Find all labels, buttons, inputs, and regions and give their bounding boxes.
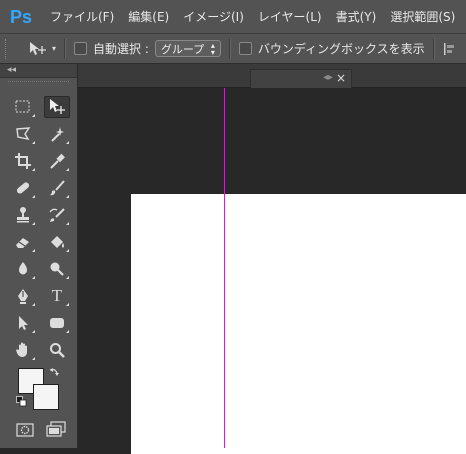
- spot-healing-tool[interactable]: [10, 177, 36, 199]
- transform-controls-label: バウンディングボックスを表示: [257, 42, 425, 56]
- align-left-edges-icon[interactable]: [443, 42, 457, 56]
- bandage-icon: [16, 182, 30, 194]
- chevron-down-icon: ▾: [52, 44, 57, 53]
- screen-mode-icon[interactable]: [46, 421, 66, 437]
- zoom-tool[interactable]: [44, 339, 70, 361]
- lasso-tool[interactable]: [10, 123, 36, 145]
- auto-select-dropdown[interactable]: グループ ▴ ▾: [154, 40, 221, 57]
- menu-select[interactable]: 選択範囲(S): [390, 8, 455, 25]
- type-tool[interactable]: T: [44, 285, 70, 307]
- eraser-icon: [16, 238, 29, 248]
- default-colors-icon[interactable]: [16, 396, 27, 407]
- brush-tool[interactable]: [44, 177, 70, 199]
- crop-icon: [15, 153, 31, 169]
- photoshop-logo: Ps: [10, 6, 33, 27]
- pen-icon: [18, 289, 28, 304]
- menu-file[interactable]: ファイル(F): [50, 8, 114, 25]
- magic-wand-icon: [51, 127, 64, 142]
- vertical-guide[interactable]: [224, 88, 225, 448]
- menu-image[interactable]: イメージ(I): [183, 8, 244, 25]
- eyedropper-tool[interactable]: [44, 150, 70, 172]
- updown-arrows-icon: ▴ ▾: [210, 40, 215, 57]
- options-grip[interactable]: [5, 38, 10, 59]
- swap-colors-icon[interactable]: [48, 366, 60, 378]
- auto-select-value: グループ: [160, 42, 205, 56]
- document-tab[interactable]: ◂▸ ×: [250, 69, 352, 88]
- blur-icon: [19, 262, 27, 275]
- move-icon: [50, 99, 65, 114]
- menu-type[interactable]: 書式(Y): [336, 8, 377, 25]
- marquee-icon: [15, 100, 30, 113]
- pen-tool[interactable]: [10, 285, 36, 307]
- hand-tool[interactable]: [10, 339, 36, 361]
- options-separator: [64, 38, 67, 59]
- blur-tool[interactable]: [10, 258, 36, 280]
- lasso-icon: [16, 127, 31, 140]
- paint-bucket-tool[interactable]: [44, 231, 70, 253]
- move-tool[interactable]: [44, 96, 70, 118]
- move-tool-icon: [30, 41, 46, 55]
- background-color-swatch[interactable]: [33, 384, 59, 410]
- tool-preset-picker[interactable]: ▾: [28, 41, 56, 57]
- document-canvas[interactable]: [131, 194, 466, 454]
- bucket-icon: [51, 236, 64, 248]
- rectangle-tool[interactable]: [44, 312, 70, 334]
- arrow-icon: [19, 316, 28, 330]
- magic-wand-tool[interactable]: [44, 123, 70, 145]
- options-bar: ▾ 自動選択 : グループ ▴ ▾ バウンディングボックスを表示: [0, 34, 466, 64]
- menu-edit[interactable]: 編集(E): [128, 8, 169, 25]
- auto-select-label: 自動選択 :: [93, 42, 149, 56]
- tab-scroll-icon: ◂▸: [323, 72, 334, 83]
- brush-icon: [50, 180, 65, 196]
- zoom-icon: [50, 343, 65, 358]
- marquee-tool[interactable]: [10, 96, 36, 118]
- menu-bar: Ps ファイル(F) 編集(E) イメージ(I) レイヤー(L) 書式(Y) 選…: [0, 0, 466, 34]
- stamp-icon: [17, 207, 29, 223]
- options-separator-3: [432, 38, 435, 59]
- close-icon[interactable]: ×: [336, 71, 346, 85]
- tools-panel-collapse[interactable]: ◂◂: [0, 64, 77, 78]
- canvas-area[interactable]: [79, 88, 466, 454]
- history-brush-tool[interactable]: [44, 204, 70, 226]
- dodge-icon: [50, 262, 64, 276]
- quick-mask-icon[interactable]: [16, 423, 34, 437]
- path-selection-tool[interactable]: [10, 312, 36, 334]
- dodge-tool[interactable]: [44, 258, 70, 280]
- hand-icon: [16, 342, 27, 357]
- rounded-rect-icon: [50, 318, 64, 328]
- options-separator-2: [228, 38, 231, 59]
- type-icon: T: [51, 286, 63, 305]
- menu-layer[interactable]: レイヤー(L): [258, 8, 322, 25]
- tools-panel-grip[interactable]: [8, 81, 69, 85]
- clone-stamp-tool[interactable]: [10, 204, 36, 226]
- auto-select-checkbox[interactable]: [74, 42, 88, 55]
- eraser-tool[interactable]: [10, 231, 36, 253]
- crop-tool[interactable]: [10, 150, 36, 172]
- tools-panel: ◂◂ T: [0, 64, 78, 448]
- transform-controls-checkbox[interactable]: [238, 42, 252, 55]
- history-brush-icon: [49, 208, 65, 222]
- eyedropper-icon: [50, 153, 65, 169]
- document-tab-bar: ◂▸ ×: [78, 64, 466, 88]
